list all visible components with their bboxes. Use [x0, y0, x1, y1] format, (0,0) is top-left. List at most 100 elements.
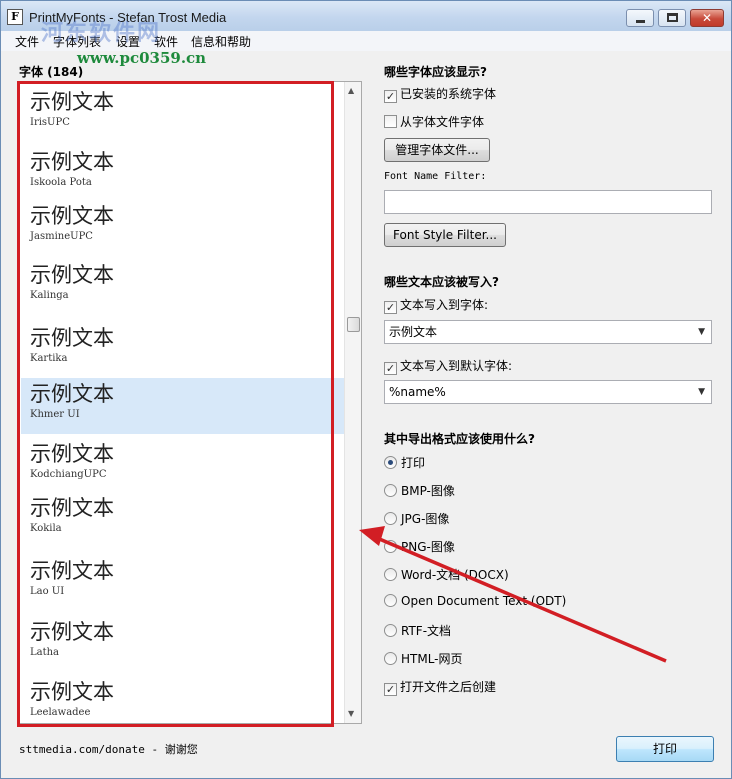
annotation-arrowhead: [359, 526, 385, 546]
font-sample-text: 示例文本: [30, 382, 114, 406]
font-sample-text: 示例文本: [30, 150, 114, 174]
font-list-item[interactable]: 示例文本 Kalinga: [21, 259, 344, 309]
export-option[interactable]: BMP-图像: [384, 482, 455, 499]
font-list-scrollbar[interactable]: ▲ ▼: [344, 82, 361, 723]
font-name-filter-label: Font Name Filter:: [384, 171, 487, 182]
export-option-label: PNG-图像: [401, 540, 455, 554]
app-window: F PrintMyFonts - Stefan Trost Media ✕ 文件…: [0, 0, 732, 779]
export-option-label: JPG-图像: [401, 512, 450, 526]
font-list-item[interactable]: 示例文本 IrisUPC: [21, 86, 344, 136]
font-sample-text: 示例文本: [30, 263, 114, 287]
write-default-checkbox[interactable]: ✓: [384, 362, 397, 375]
open-after-label: 打开文件之后创建: [400, 680, 497, 694]
font-files-label: 从字体文件字体: [400, 115, 485, 129]
font-list-item[interactable]: 示例文本 Kokila: [21, 492, 344, 542]
export-option[interactable]: JPG-图像: [384, 510, 449, 527]
font-sample-text: 示例文本: [30, 90, 114, 114]
export-option[interactable]: HTML-网页: [384, 650, 463, 667]
write-text-checkbox[interactable]: ✓: [384, 301, 397, 314]
fonts-section-title: 哪些字体应该显示?: [384, 65, 487, 79]
export-option[interactable]: PNG-图像: [384, 538, 455, 555]
export-option[interactable]: 打印: [384, 454, 425, 471]
export-option[interactable]: Word-文档 (DOCX): [384, 566, 509, 583]
scrollbar-thumb[interactable]: [347, 317, 360, 332]
font-list-item[interactable]: 示例文本 Leelawadee: [21, 676, 344, 723]
export-option[interactable]: RTF-文档: [384, 622, 451, 639]
font-list-item[interactable]: 示例文本 KodchiangUPC: [21, 438, 344, 488]
font-files-option[interactable]: 从字体文件字体: [384, 113, 484, 130]
manage-font-files-button[interactable]: 管理字体文件...: [384, 138, 490, 162]
installed-fonts-checkbox[interactable]: ✓: [384, 90, 397, 103]
font-list-item[interactable]: 示例文本 Khmer UI: [21, 378, 344, 434]
minimize-button[interactable]: [626, 9, 654, 27]
font-files-checkbox[interactable]: [384, 115, 397, 128]
write-default-label: 文本写入到默认字体:: [400, 359, 513, 373]
font-name: Leelawadee: [30, 707, 91, 718]
print-button[interactable]: 打印: [616, 736, 714, 762]
write-text-value: 示例文本: [389, 325, 438, 339]
write-text-label: 文本写入到字体:: [400, 298, 489, 312]
font-name-filter-input[interactable]: [384, 190, 712, 214]
open-after-option[interactable]: ✓ 打开文件之后创建: [384, 678, 496, 696]
font-sample-text: 示例文本: [30, 204, 114, 228]
font-sample-text: 示例文本: [30, 559, 114, 583]
close-button[interactable]: ✕: [690, 9, 724, 27]
font-sample-text: 示例文本: [30, 496, 114, 520]
maximize-icon: [667, 13, 678, 22]
export-radio[interactable]: [384, 456, 397, 469]
font-name: KodchiangUPC: [30, 469, 107, 480]
write-default-option[interactable]: ✓ 文本写入到默认字体:: [384, 357, 512, 375]
export-radio[interactable]: [384, 652, 397, 665]
font-list-item[interactable]: 示例文本 Latha: [21, 616, 344, 666]
export-section-title: 其中导出格式应该使用什么?: [384, 432, 535, 446]
export-option-label: Open Document Text (ODT): [401, 594, 567, 608]
scroll-up-icon[interactable]: ▲: [348, 86, 354, 95]
export-option-label: RTF-文档: [401, 624, 452, 638]
write-text-option[interactable]: ✓ 文本写入到字体:: [384, 296, 488, 314]
font-list-item[interactable]: 示例文本 JasmineUPC: [21, 200, 344, 250]
installed-fonts-option[interactable]: ✓ 已安装的系统字体: [384, 85, 496, 103]
font-name: Kartika: [30, 353, 68, 364]
font-list-item[interactable]: 示例文本 Lao UI: [21, 555, 344, 605]
export-radio[interactable]: [384, 512, 397, 525]
maximize-button[interactable]: [658, 9, 686, 27]
export-radio[interactable]: [384, 624, 397, 637]
font-list-title: 字体 (184): [19, 65, 84, 79]
font-list-item[interactable]: 示例文本 Iskoola Pota: [21, 146, 344, 196]
font-list[interactable]: 示例文本 IrisUPC 示例文本 Iskoola Pota 示例文本 JasmineUP…: [19, 81, 362, 724]
chevron-down-icon: ▼: [698, 327, 705, 337]
close-icon: ✕: [701, 11, 713, 25]
export-radio[interactable]: [384, 594, 397, 607]
write-default-value: %name%: [389, 385, 446, 399]
font-list-item[interactable]: 示例文本 Kartika: [21, 322, 344, 372]
font-name: Lao UI: [30, 586, 65, 597]
font-name: Kalinga: [30, 290, 69, 301]
font-name: IrisUPC: [30, 117, 70, 128]
export-radio[interactable]: [384, 568, 397, 581]
open-after-checkbox[interactable]: ✓: [384, 683, 397, 696]
menu-info-help[interactable]: 信息和帮助: [191, 33, 251, 50]
write-default-select[interactable]: %name% ▼: [384, 380, 712, 404]
scroll-down-icon[interactable]: ▼: [348, 709, 354, 718]
font-sample-text: 示例文本: [30, 442, 114, 466]
watermark-text: 河东软件网: [41, 21, 162, 46]
export-option-label: BMP-图像: [401, 484, 455, 498]
export-radio[interactable]: [384, 484, 397, 497]
font-name: JasmineUPC: [30, 231, 93, 242]
menu-file[interactable]: 文件: [15, 33, 39, 50]
font-sample-text: 示例文本: [30, 680, 114, 704]
font-sample-text: 示例文本: [30, 620, 114, 644]
font-style-filter-button[interactable]: Font Style Filter...: [384, 223, 506, 247]
watermark-url: www.pc0359.cn: [77, 49, 207, 67]
chevron-down-icon: ▼: [698, 387, 705, 397]
export-radio[interactable]: [384, 540, 397, 553]
export-option[interactable]: Open Document Text (ODT): [384, 594, 566, 608]
font-name: Latha: [30, 647, 60, 658]
write-text-select[interactable]: 示例文本 ▼: [384, 320, 712, 344]
export-option-label: HTML-网页: [401, 652, 463, 666]
font-sample-text: 示例文本: [30, 326, 114, 350]
export-option-label: 打印: [401, 456, 426, 470]
installed-fonts-label: 已安装的系统字体: [400, 87, 497, 101]
export-option-label: Word-文档 (DOCX): [401, 568, 509, 582]
text-section-title: 哪些文本应该被写入?: [384, 275, 499, 289]
